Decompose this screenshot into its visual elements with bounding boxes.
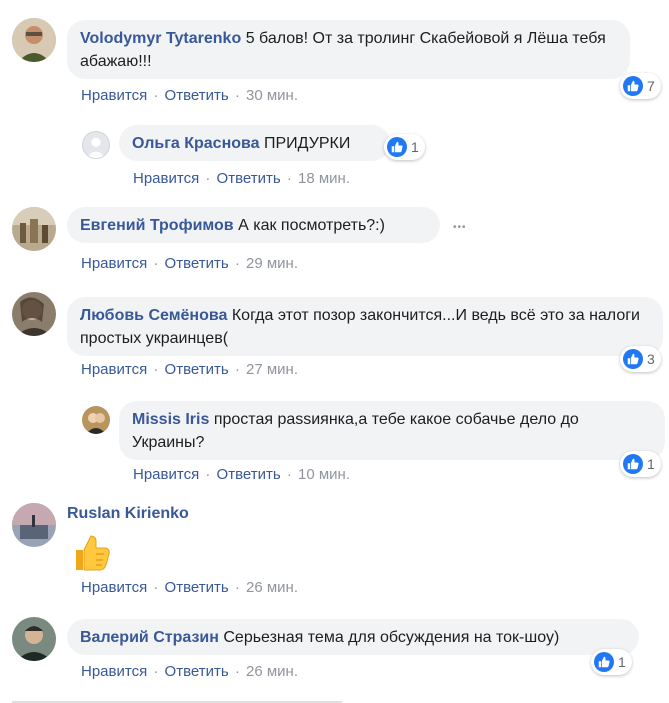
comment-bubble: Ольга Краснова ПРИДУРКИ <box>119 125 390 161</box>
like-count-badge[interactable]: 1 <box>620 451 661 477</box>
avatar[interactable] <box>82 406 110 434</box>
avatar[interactable] <box>12 503 56 547</box>
comment-actions: Нравится · Ответить · 27 мин. <box>81 361 298 379</box>
reply-link[interactable]: Ответить <box>217 170 281 187</box>
comment-bubble: Missis Iris простая раssиянка,а тебе как… <box>119 401 665 460</box>
comment-text: ПРИДУРКИ <box>264 135 351 152</box>
avatar-photo-icon <box>82 406 110 434</box>
reply-link[interactable]: Ответить <box>165 255 229 272</box>
comment-bubble: Евгений Трофимов А как посмотреть?:) <box>67 207 440 243</box>
separator: · <box>153 255 159 272</box>
timestamp[interactable]: 29 мин. <box>246 255 298 272</box>
like-link[interactable]: Нравится <box>81 663 147 680</box>
like-count-badge[interactable]: 7 <box>620 73 661 99</box>
avatar[interactable] <box>82 131 110 159</box>
avatar-photo-icon <box>12 292 56 336</box>
like-icon <box>623 76 643 96</box>
comment-actions: Нравится · Ответить · 26 мин. <box>81 663 298 681</box>
avatar-photo-icon <box>12 207 56 251</box>
like-link[interactable]: Нравится <box>81 579 147 596</box>
like-count: 7 <box>647 78 655 94</box>
timestamp[interactable]: 18 мин. <box>298 170 350 187</box>
avatar-photo-icon <box>12 617 56 661</box>
comment-author[interactable]: Missis Iris <box>132 411 209 428</box>
avatar[interactable] <box>12 292 56 336</box>
separator: · <box>234 87 240 104</box>
comment-author[interactable]: Ольга Краснова <box>132 135 260 152</box>
comment-actions: Нравится · Ответить · 26 мин. <box>81 579 298 597</box>
like-count: 1 <box>411 139 419 155</box>
more-options-icon[interactable]: ••• <box>453 222 467 233</box>
separator: · <box>286 466 292 483</box>
timestamp[interactable]: 30 мин. <box>246 87 298 104</box>
like-icon <box>594 652 614 672</box>
separator: · <box>234 663 240 680</box>
like-count-badge[interactable]: 1 <box>591 649 632 675</box>
separator: · <box>153 87 159 104</box>
comment-author[interactable]: Евгений Трофимов <box>80 217 234 234</box>
comment-actions: Нравится · Ответить · 29 мин. <box>81 255 298 273</box>
timestamp[interactable]: 26 мин. <box>246 579 298 596</box>
separator: · <box>234 361 240 378</box>
comment-actions: Нравится · Ответить · 18 мин. <box>133 170 350 188</box>
like-link[interactable]: Нравится <box>133 466 199 483</box>
avatar[interactable] <box>12 617 56 661</box>
separator: · <box>234 579 240 596</box>
avatar[interactable] <box>12 18 56 62</box>
like-icon <box>623 349 643 369</box>
like-link[interactable]: Нравится <box>81 361 147 378</box>
reply-link[interactable]: Ответить <box>165 87 229 104</box>
separator: · <box>234 255 240 272</box>
separator: · <box>153 361 159 378</box>
timestamp[interactable]: 26 мин. <box>246 663 298 680</box>
reply-link[interactable]: Ответить <box>217 466 281 483</box>
like-count: 1 <box>618 654 626 670</box>
comment-text: А как посмотреть?:) <box>238 217 385 234</box>
comment-author[interactable]: Любовь Семёнова <box>80 307 227 324</box>
like-count: 3 <box>647 351 655 367</box>
comment-text: Серьезная тема для обсуждения на ток-шоу… <box>223 629 560 646</box>
reply-link[interactable]: Ответить <box>165 663 229 680</box>
like-link[interactable]: Нравится <box>81 87 147 104</box>
timestamp[interactable]: 10 мин. <box>298 466 350 483</box>
comment-actions: Нравится · Ответить · 10 мин. <box>133 466 350 484</box>
like-link[interactable]: Нравится <box>133 170 199 187</box>
timestamp[interactable]: 27 мин. <box>246 361 298 378</box>
comment-author[interactable]: Валерий Стразин <box>80 629 219 646</box>
avatar-photo-icon <box>12 503 56 547</box>
like-icon <box>387 137 407 157</box>
default-user-icon <box>83 132 109 158</box>
like-count-badge[interactable]: 3 <box>620 346 661 372</box>
comment-author[interactable]: Volodymyr Tytarenko <box>80 30 241 47</box>
comment-bubble: Volodymyr Tytarenko 5 балов! От за троли… <box>67 20 630 79</box>
separator: · <box>286 170 292 187</box>
reply-link[interactable]: Ответить <box>165 361 229 378</box>
like-link[interactable]: Нравится <box>81 255 147 272</box>
separator: · <box>153 663 159 680</box>
comment-bubble: Любовь Семёнова Когда этот позор закончи… <box>67 297 663 356</box>
like-icon <box>623 454 643 474</box>
separator: · <box>205 170 211 187</box>
reply-link[interactable]: Ответить <box>165 579 229 596</box>
avatar[interactable] <box>12 207 56 251</box>
comment-bubble: Валерий Стразин Серьезная тема для обсуж… <box>67 619 639 655</box>
comment-actions: Нравится · Ответить · 30 мин. <box>81 87 298 105</box>
like-count: 1 <box>647 456 655 472</box>
thumbs-up-sticker-icon <box>68 530 112 579</box>
separator: · <box>205 466 211 483</box>
avatar-photo-icon <box>12 18 56 62</box>
separator: · <box>153 579 159 596</box>
like-count-badge[interactable]: 1 <box>384 134 425 160</box>
comment-author[interactable]: Ruslan Kirienko <box>67 505 189 523</box>
